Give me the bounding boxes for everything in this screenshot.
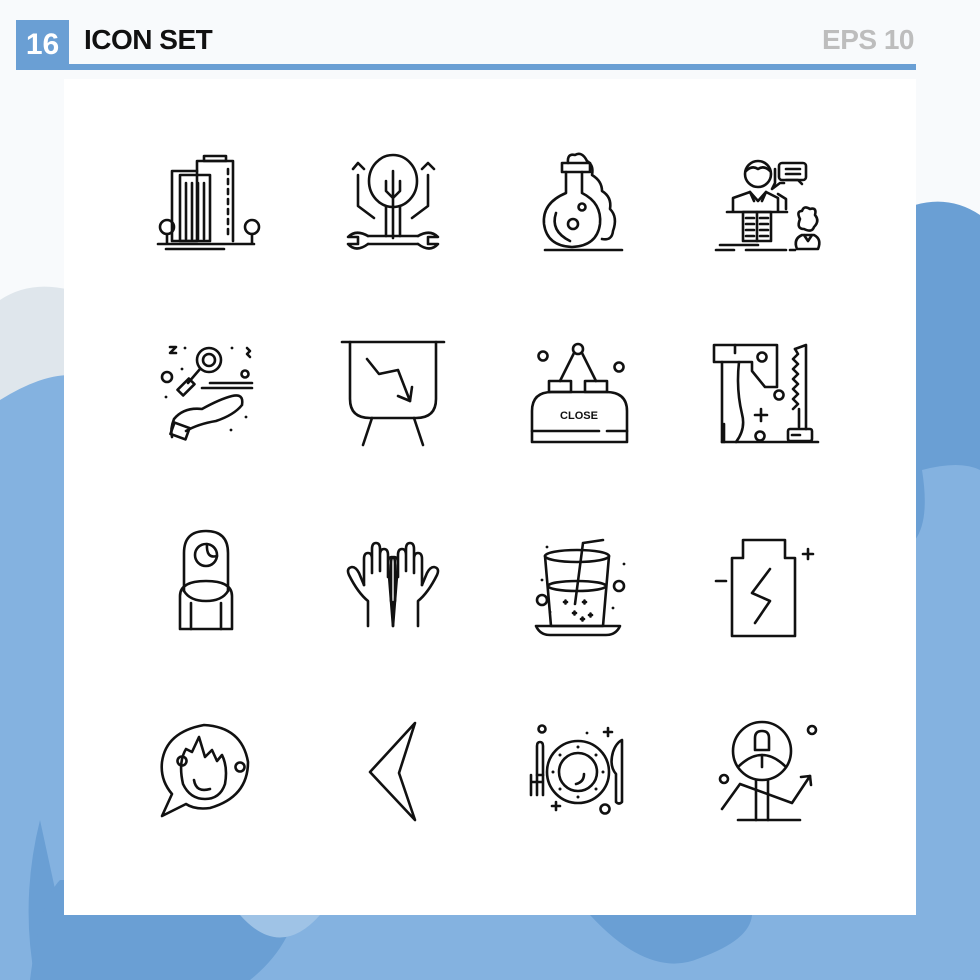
dinner-plate-cutlery-icon — [512, 707, 642, 837]
battery-charging-icon — [700, 519, 830, 649]
presentation-board-decline-icon — [328, 329, 458, 459]
icon-count-badge: 16 — [16, 20, 69, 70]
arrow-left-pointer-icon — [328, 707, 458, 837]
speaker-podium-conversation-icon — [700, 141, 830, 271]
fire-chat-bubble-icon — [140, 707, 270, 837]
user-growth-chart-icon — [700, 707, 830, 837]
close-sign-label: CLOSE — [560, 410, 598, 422]
chemistry-flask-smoke-icon — [512, 141, 642, 271]
page-title: ICON SET — [84, 24, 213, 55]
tree-wrench-growth-icon — [328, 141, 458, 271]
female-symbol-hand-icon — [140, 329, 270, 459]
bg-shape-light-blue-right — [915, 465, 980, 980]
close-hanging-sign-icon: CLOSE — [512, 329, 642, 459]
icon-grid: CLOSE — [64, 79, 916, 915]
format-label: EPS 10 — [822, 24, 914, 55]
hijab-woman-icon — [140, 519, 270, 649]
raised-hands-icon — [328, 519, 458, 649]
office-building-icon — [140, 141, 270, 271]
drink-glass-straw-icon — [512, 519, 642, 649]
header-divider — [16, 64, 916, 70]
axe-saw-tools-icon — [700, 329, 830, 459]
header: 16 ICON SET EPS 10 — [16, 20, 916, 70]
